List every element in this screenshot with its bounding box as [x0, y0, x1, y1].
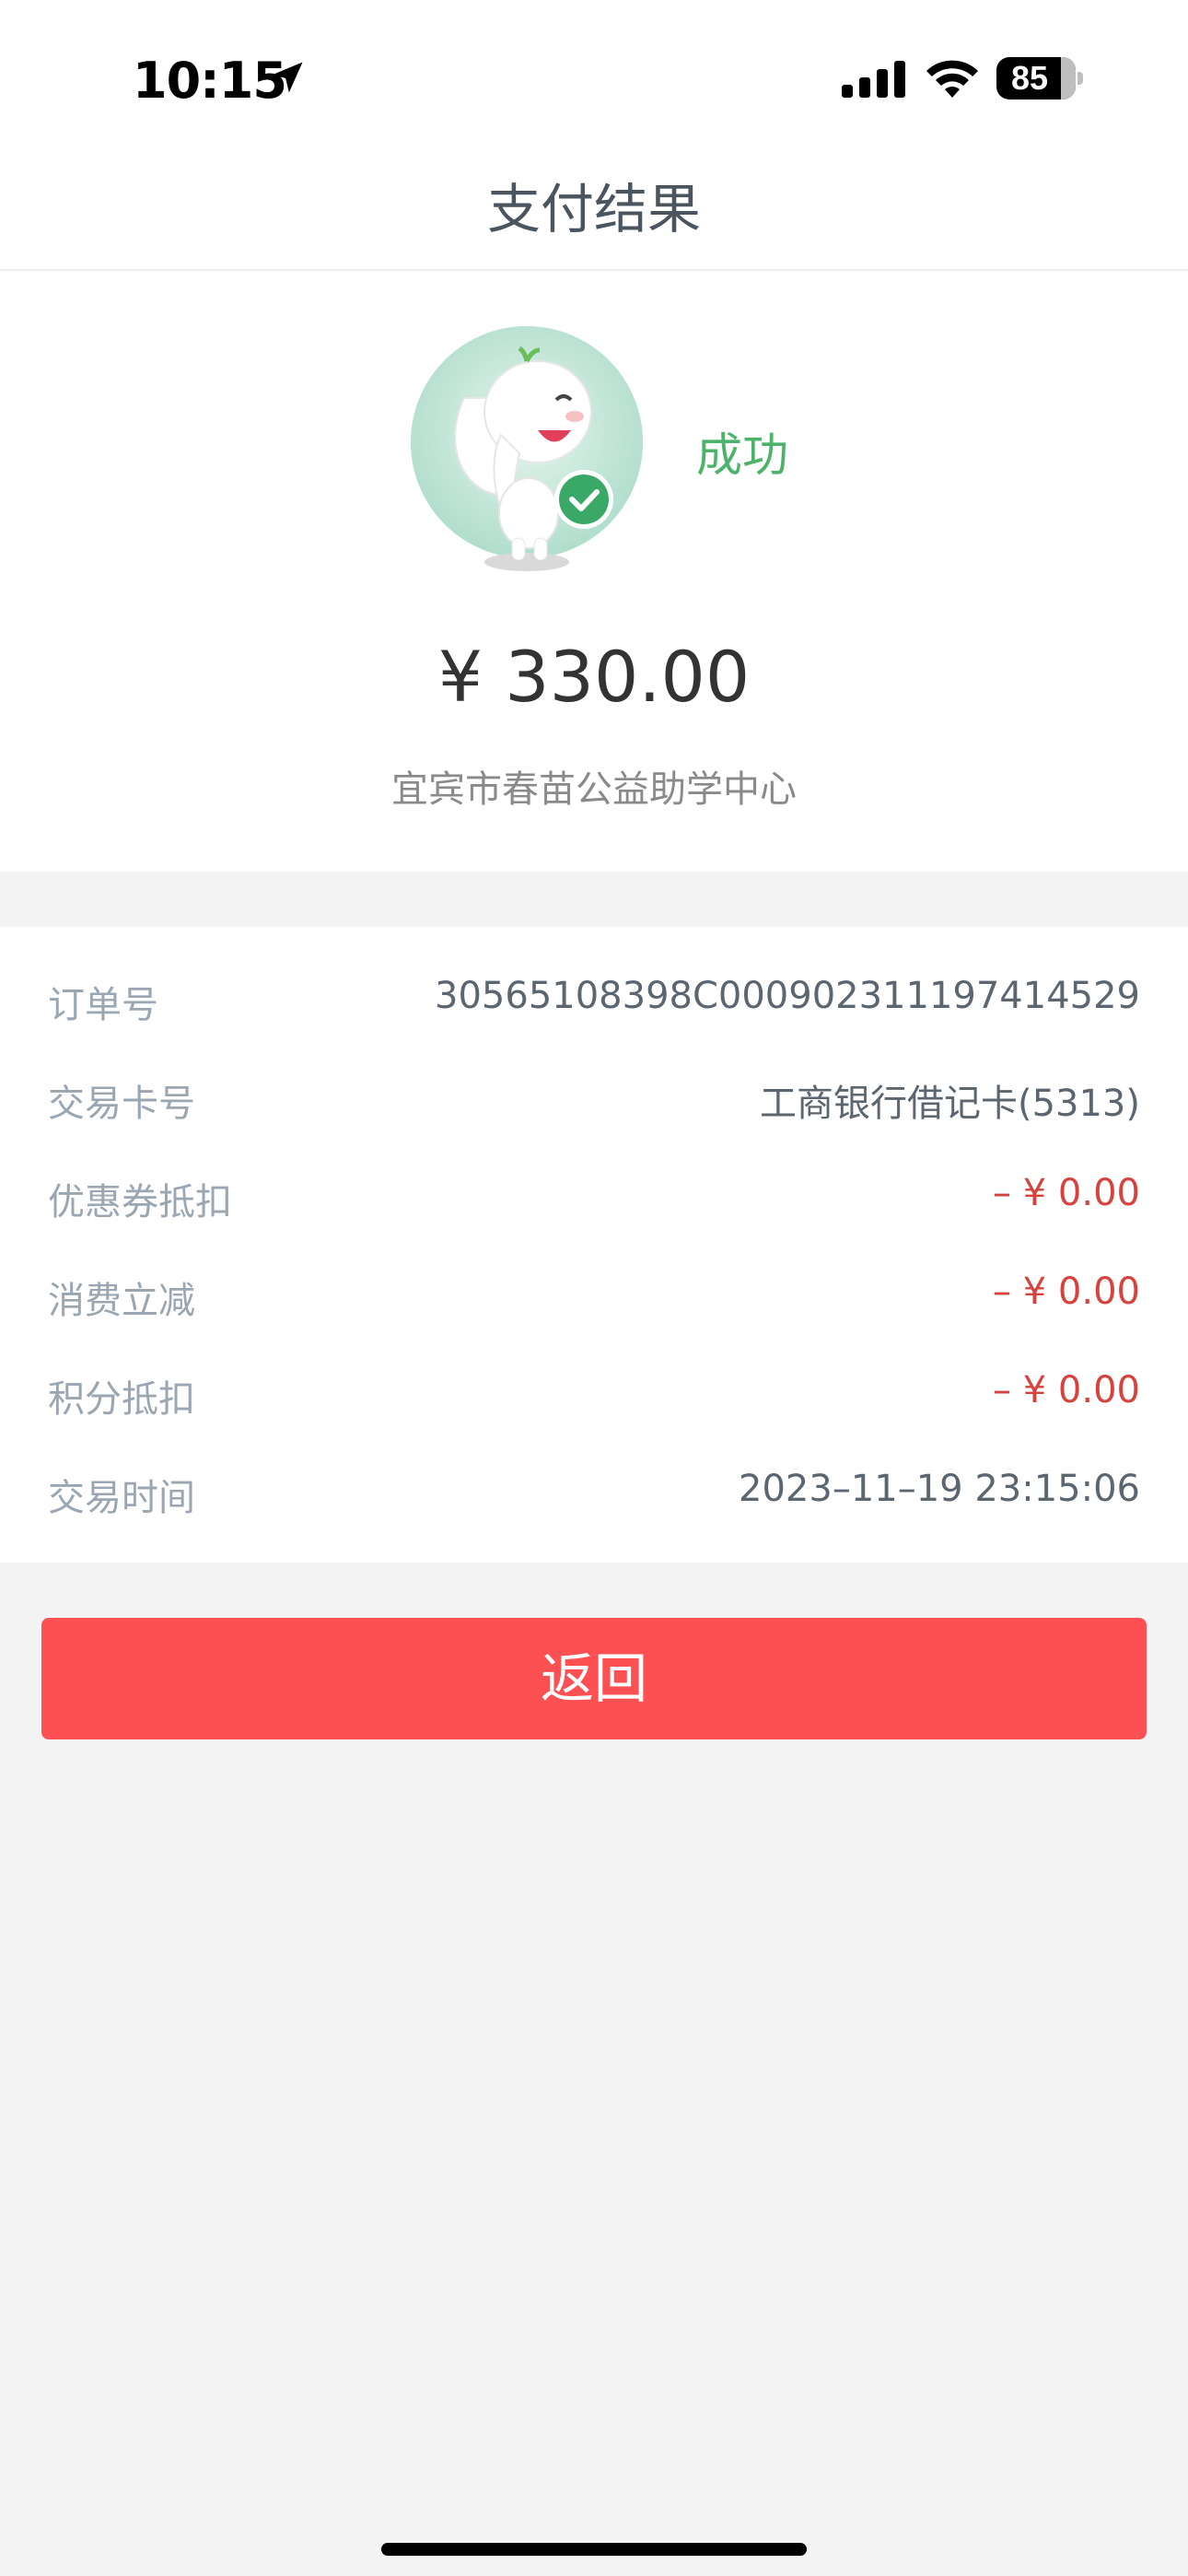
detail-label: 交易卡号	[48, 1083, 195, 1125]
back-button-label: 返回	[540, 1649, 647, 1709]
detail-value: – ¥ 0.00	[993, 1172, 1140, 1214]
detail-row-order-number: 订单号 30565108398C000902311197414529	[0, 951, 1188, 1049]
merchant-name: 宜宾市春苗公益助学中心	[391, 768, 797, 811]
battery-icon: 85	[996, 57, 1083, 100]
detail-row-instant-discount: 消费立减 – ¥ 0.00	[0, 1247, 1188, 1345]
detail-row-points-deduction: 积分抵扣 – ¥ 0.00	[0, 1345, 1188, 1444]
detail-row-transaction-time: 交易时间 2023–11–19 23:15:06	[0, 1444, 1188, 1542]
detail-label: 订单号	[48, 984, 158, 1026]
detail-value: 工商银行借记卡(5313)	[759, 1083, 1140, 1125]
page-title: 支付结果	[486, 178, 701, 240]
status-bar: 10:15 85	[0, 0, 1188, 138]
detail-label: 消费立减	[48, 1280, 195, 1322]
detail-label: 交易时间	[48, 1477, 195, 1519]
detail-value: 2023–11–19 23:15:06	[739, 1468, 1140, 1510]
elephant-success-icon	[411, 326, 643, 571]
detail-label: 积分抵扣	[48, 1378, 195, 1421]
signal-icon	[842, 61, 905, 98]
detail-value: – ¥ 0.00	[993, 1369, 1140, 1411]
home-indicator[interactable]	[381, 2543, 807, 2556]
detail-value: 30565108398C000902311197414529	[435, 975, 1140, 1017]
nav-bar: 支付结果	[0, 138, 1188, 271]
transaction-details: 订单号 30565108398C000902311197414529 交易卡号 …	[0, 927, 1188, 1563]
battery-level: 85	[1010, 59, 1049, 97]
payment-amount: ¥ 330.00	[437, 636, 751, 718]
payment-result-card: 成功 ¥ 330.00 宜宾市春苗公益助学中心	[0, 271, 1188, 872]
detail-value: – ¥ 0.00	[993, 1270, 1140, 1313]
status-time: 10:15	[133, 52, 287, 110]
wifi-icon	[926, 60, 978, 98]
location-arrow-icon	[272, 62, 303, 93]
payment-status: 成功	[696, 428, 788, 482]
detail-label: 优惠券抵扣	[48, 1181, 232, 1224]
back-button[interactable]: 返回	[41, 1618, 1147, 1739]
detail-row-card-number: 交易卡号 工商银行借记卡(5313)	[0, 1049, 1188, 1148]
detail-row-coupon-deduction: 优惠券抵扣 – ¥ 0.00	[0, 1148, 1188, 1247]
